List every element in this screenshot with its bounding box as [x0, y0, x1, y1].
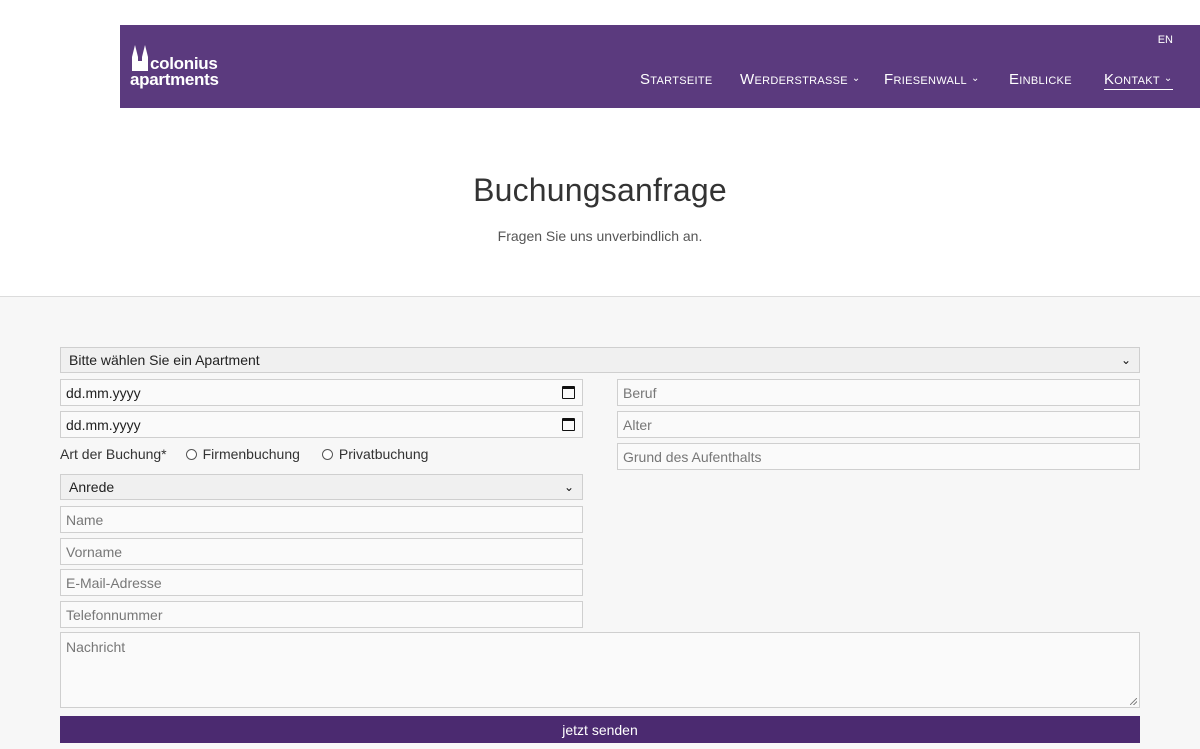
submit-button[interactable]: jetzt senden: [60, 716, 1140, 743]
age-placeholder: Alter: [623, 416, 652, 433]
nav-item-einblicke[interactable]: Einblicke: [1009, 71, 1072, 88]
job-field[interactable]: Beruf: [617, 379, 1140, 406]
salutation-select-value: Anrede: [69, 479, 115, 495]
stay-reason-field[interactable]: Grund des Aufenthalts: [617, 443, 1140, 470]
booking-type-group: Art der Buchung* Firmenbuchung Privatbuc…: [60, 444, 450, 464]
arrival-date-input[interactable]: dd.mm.yyyy: [60, 379, 583, 406]
radio-button[interactable]: [185, 448, 197, 460]
phone-field[interactable]: Telefonnummer: [60, 601, 583, 628]
nav-item-label: Werderstrasse: [740, 71, 848, 88]
chevron-down-icon: ⌄: [563, 480, 574, 494]
firstname-placeholder: Vorname: [66, 543, 123, 560]
main-nav: Startseite Werderstrasse ⌄ Friesenwall ⌄…: [120, 71, 1200, 95]
departure-date-input[interactable]: dd.mm.yyyy: [60, 411, 583, 438]
page-subtitle: Fragen Sie uns unverbindlich an.: [497, 228, 703, 244]
phone-placeholder: Telefonnummer: [66, 606, 163, 623]
booking-type-private[interactable]: Privatbuchung: [321, 446, 429, 462]
cathedral-icon: [132, 45, 148, 71]
email-field[interactable]: E-Mail-Adresse: [60, 569, 583, 596]
language-switch-en[interactable]: EN: [1158, 34, 1173, 46]
arrival-date-value: dd.mm.yyyy: [66, 384, 141, 401]
resize-handle-icon[interactable]: [1130, 698, 1137, 705]
nav-item-startseite[interactable]: Startseite: [640, 71, 713, 88]
age-field[interactable]: Alter: [617, 411, 1140, 438]
salutation-select[interactable]: Anrede ⌄: [60, 474, 583, 500]
booking-type-label: Art der Buchung*: [60, 446, 167, 462]
page-title: Buchungsanfrage: [473, 172, 727, 208]
message-placeholder: Nachricht: [66, 639, 126, 655]
name-placeholder: Name: [66, 511, 104, 528]
chevron-down-icon: ⌄: [851, 73, 861, 84]
chevron-down-icon: ⌄: [970, 73, 980, 84]
nav-item-label: Friesenwall: [884, 71, 967, 88]
apartment-select-value: Bitte wählen Sie ein Apartment: [69, 352, 260, 368]
nav-item-friesenwall[interactable]: Friesenwall ⌄: [884, 71, 980, 88]
departure-date-value: dd.mm.yyyy: [66, 416, 141, 433]
booking-type-company[interactable]: Firmenbuchung: [185, 446, 300, 462]
name-field[interactable]: Name: [60, 506, 583, 533]
stay-reason-placeholder: Grund des Aufenthalts: [623, 448, 762, 465]
nav-item-werderstrasse[interactable]: Werderstrasse ⌄: [740, 71, 861, 88]
chevron-down-icon: ⌄: [1163, 73, 1173, 84]
job-placeholder: Beruf: [623, 384, 657, 401]
radio-label: Firmenbuchung: [202, 446, 300, 462]
message-textarea[interactable]: Nachricht: [60, 632, 1140, 708]
nav-item-label: Kontakt: [1104, 71, 1160, 88]
radio-label: Privatbuchung: [338, 446, 429, 462]
calendar-icon[interactable]: [562, 386, 575, 399]
site-header: colonius apartments EN Startseite Werder…: [120, 25, 1200, 108]
email-placeholder: E-Mail-Adresse: [66, 574, 162, 591]
nav-item-label: Startseite: [640, 71, 713, 88]
firstname-field[interactable]: Vorname: [60, 538, 583, 565]
radio-button[interactable]: [321, 448, 333, 460]
apartment-select[interactable]: Bitte wählen Sie ein Apartment ⌄: [60, 347, 1140, 373]
chevron-down-icon: ⌄: [1120, 353, 1131, 367]
nav-item-kontakt[interactable]: Kontakt ⌄: [1104, 71, 1173, 90]
calendar-icon[interactable]: [562, 418, 575, 431]
nav-item-label: Einblicke: [1009, 71, 1072, 88]
